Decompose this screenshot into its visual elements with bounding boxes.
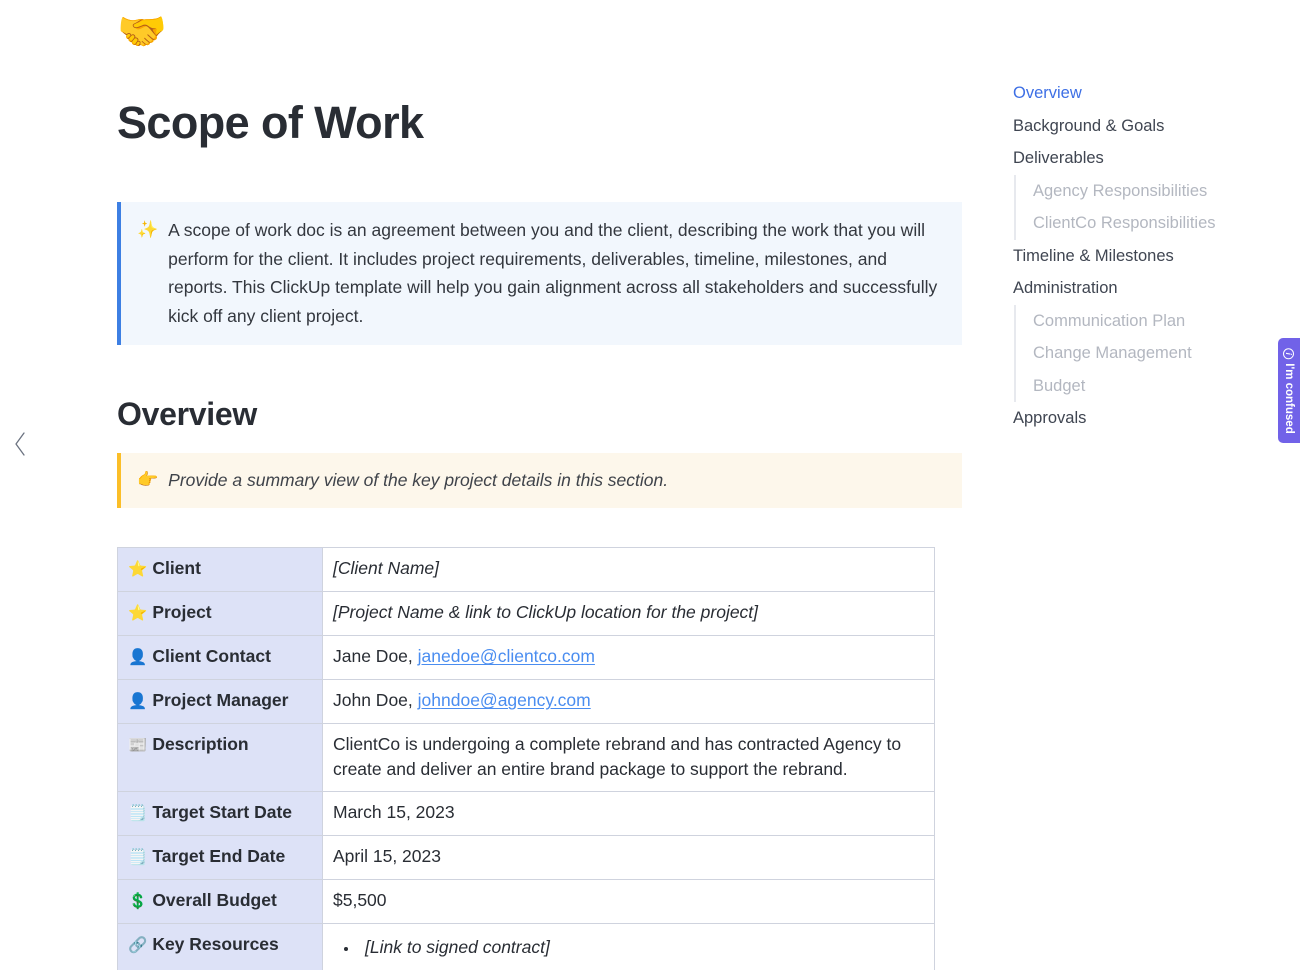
table-row-label: ⭐ Client <box>117 547 323 593</box>
toc-item-change-management[interactable]: Change Management <box>1014 337 1263 370</box>
section-heading-overview: Overview <box>117 396 257 433</box>
row-label-text: Client <box>152 558 201 579</box>
row-value-text: ClientCo is undergoing a complete rebran… <box>333 734 902 780</box>
table-row: 📰 Description ClientCo is undergoing a com… <box>117 723 935 793</box>
table-row-value: March 15, 2023 <box>322 791 935 837</box>
table-row-label: 🗒️ Target End Date <box>117 835 323 881</box>
table-row-label: 👤 Client Contact <box>117 635 323 681</box>
document-page: 🤝 Scope of Work ✨ A scope of work doc is… <box>0 0 1300 970</box>
table-row-value: John Doe, johndoe@agency.com <box>322 679 935 725</box>
table-row-value: [Link to signed contract][Link to ClickU… <box>322 923 935 970</box>
row-label-text: Description <box>152 734 249 755</box>
table-row-value: $5,500 <box>322 879 935 925</box>
row-emoji-icon: 🗒️ <box>128 848 148 867</box>
overview-table: ⭐ Client [Client Name] ⭐ Project [Project Nam… <box>117 547 935 970</box>
table-of-contents: Overview Background & Goals Deliverables Ag… <box>1013 77 1263 435</box>
sparkles-icon: ✨ <box>137 220 159 241</box>
table-row: 💲 Overall Budget $5,500 <box>117 879 935 925</box>
toc-item-approvals[interactable]: Approvals <box>1013 402 1263 435</box>
table-row-label: 💲 Overall Budget <box>117 879 323 925</box>
table-row-label: 🗒️ Target Start Date <box>117 791 323 837</box>
table-row: 🗒️ Target End Date April 15, 2023 <box>117 835 935 881</box>
intro-callout: ✨ A scope of work doc is an agreement be… <box>117 202 962 346</box>
intro-callout-text: A scope of work doc is an agreement betw… <box>168 220 938 326</box>
table-row: ⭐ Project [Project Name & link to ClickUp … <box>117 591 935 637</box>
contact-name: Jane Doe, <box>333 646 418 667</box>
row-label-text: Target Start Date <box>152 802 293 823</box>
table-row: 🗒️ Target Start Date March 15, 2023 <box>117 791 935 837</box>
row-emoji-icon: 🔗 <box>128 936 148 955</box>
row-value-text: $5,500 <box>333 890 387 911</box>
list-item: [Link to signed contract] <box>359 935 924 960</box>
toc-item-communication-plan[interactable]: Communication Plan <box>1014 304 1263 337</box>
table-row-label: ⭐ Project <box>117 591 323 637</box>
row-emoji-icon: ⭐ <box>128 560 148 579</box>
contact-name: John Doe, <box>333 690 418 711</box>
feedback-tab-button[interactable]: i I'm confused <box>1278 338 1300 443</box>
row-label-text: Project Manager <box>152 690 289 711</box>
sidebar-collapse-button[interactable] <box>8 424 32 464</box>
overview-hint-callout: 👉 Provide a summary view of the key proj… <box>117 453 962 509</box>
row-label-text: Target End Date <box>152 846 286 867</box>
row-value-text: [Project Name & link to ClickUp location… <box>333 602 759 623</box>
row-emoji-icon: ⭐ <box>128 604 148 623</box>
row-label-text: Client Contact <box>152 646 271 667</box>
table-row-value: ClientCo is undergoing a complete rebran… <box>322 723 935 793</box>
email-link[interactable]: janedoe@clientco.com <box>418 646 595 666</box>
toc-item-clientco-responsibilities[interactable]: ClientCo Responsibilities <box>1014 207 1263 240</box>
table-row: 👤 Project Manager John Doe, johndoe@agency… <box>117 679 935 725</box>
key-resources-list: [Link to signed contract][Link to ClickU… <box>333 935 924 970</box>
overview-hint-text: Provide a summary view of the key projec… <box>168 470 669 491</box>
row-emoji-icon: 🗒️ <box>128 804 148 823</box>
document-header-emoji: 🤝 <box>117 9 167 55</box>
feedback-tab-label: I'm confused <box>1283 362 1295 434</box>
table-row-label: 👤 Project Manager <box>117 679 323 725</box>
table-row: 🔗Key Resources [Link to signed contract][… <box>117 923 935 970</box>
row-value-text: March 15, 2023 <box>333 802 455 823</box>
toc-item-budget[interactable]: Budget <box>1014 369 1263 402</box>
row-emoji-icon: 👤 <box>128 648 148 667</box>
table-row-label: 🔗 Key Resources <box>117 923 323 970</box>
table-row-label: 📰 Description <box>117 723 323 793</box>
chevron-left-icon <box>13 431 27 457</box>
table-row: 👤 Client Contact Jane Doe, janedoe@clientc… <box>117 635 935 681</box>
row-emoji-icon: 👤 <box>128 692 148 711</box>
row-value-text: April 15, 2023 <box>333 846 441 867</box>
row-emoji-icon: 💲 <box>128 892 148 911</box>
row-label-text: Project <box>152 602 212 623</box>
table-row-value: Jane Doe, janedoe@clientco.com <box>322 635 935 681</box>
pointing-finger-icon: 👉 <box>137 470 159 491</box>
toc-item-agency-responsibilities[interactable]: Agency Responsibilities <box>1014 174 1263 207</box>
toc-item-timeline-milestones[interactable]: Timeline & Milestones <box>1013 240 1263 273</box>
toc-item-administration[interactable]: Administration <box>1013 272 1263 305</box>
row-label-text: Key Resources <box>152 934 279 955</box>
table-row-value: [Client Name] <box>322 547 935 593</box>
toc-item-overview[interactable]: Overview <box>1013 77 1263 110</box>
row-value-text: [Client Name] <box>333 558 440 579</box>
toc-item-background-goals[interactable]: Background & Goals <box>1013 110 1263 143</box>
row-emoji-icon: 📰 <box>128 736 148 755</box>
table-row: ⭐ Client [Client Name] <box>117 547 935 593</box>
table-row-value: [Project Name & link to ClickUp location… <box>322 591 935 637</box>
email-link[interactable]: johndoe@agency.com <box>418 690 591 710</box>
document-body: 🤝 Scope of Work ✨ A scope of work doc is… <box>117 0 962 970</box>
toc-item-deliverables[interactable]: Deliverables <box>1013 142 1263 175</box>
info-icon: i <box>1283 347 1295 359</box>
table-row-value: April 15, 2023 <box>322 835 935 881</box>
row-label-text: Overall Budget <box>152 890 277 911</box>
page-title: Scope of Work <box>117 97 424 148</box>
